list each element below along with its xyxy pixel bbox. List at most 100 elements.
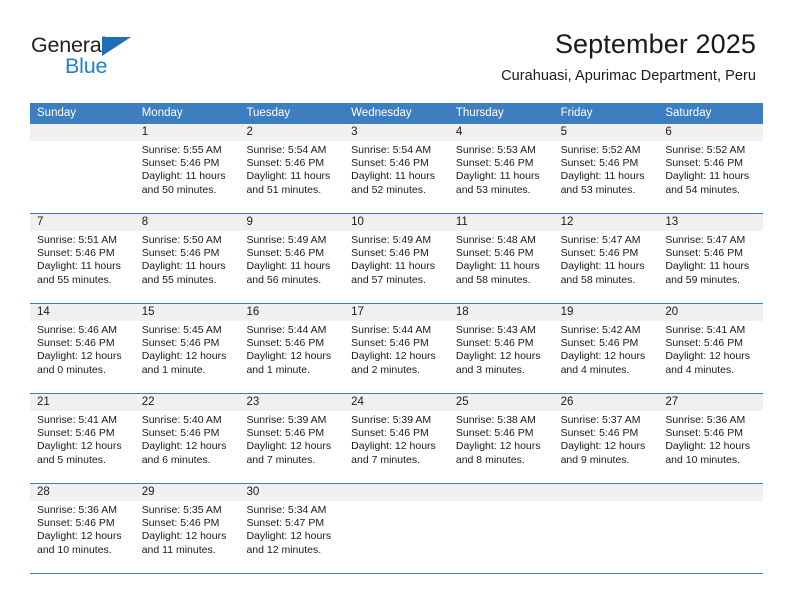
day-number-23[interactable]: 23 <box>239 394 344 411</box>
day-detail-30[interactable]: Sunrise: 5:34 AM Sunset: 5:47 PM Daylight:… <box>239 501 344 573</box>
day-detail-8[interactable]: Sunrise: 5:50 AM Sunset: 5:46 PM Daylight:… <box>135 231 240 303</box>
day-detail-line: Sunrise: 5:54 AM <box>246 144 327 156</box>
day-number-15[interactable]: 15 <box>135 304 240 321</box>
day-number-21[interactable]: 21 <box>30 394 135 411</box>
day-detail-22[interactable]: Sunrise: 5:40 AM Sunset: 5:46 PM Daylight:… <box>135 411 240 483</box>
day-detail-24[interactable]: Sunrise: 5:39 AM Sunset: 5:46 PM Daylight:… <box>344 411 449 483</box>
day-number-8[interactable]: 8 <box>135 214 240 231</box>
calendar-week-row: 21 22 23 24 25 26 27 Sunrise: 5:41 AM Sunset: 5:… <box>30 393 763 483</box>
day-detail-20[interactable]: Sunrise: 5:41 AM Sunset: 5:46 PM Daylight:… <box>658 321 763 393</box>
day-number-11[interactable]: 11 <box>449 214 554 231</box>
day-detail-line: Sunset: 5:46 PM <box>246 427 325 440</box>
day-detail-line: Daylight: 11 hours <box>37 260 121 273</box>
day-detail-line: and 0 minutes. <box>37 363 106 376</box>
day-detail-6[interactable]: Sunrise: 5:52 AM Sunset: 5:46 PM Daylight:… <box>658 141 763 213</box>
day-detail-11[interactable]: Sunrise: 5:48 AM Sunset: 5:46 PM Daylight:… <box>449 231 554 303</box>
day-detail-line: Sunset: 5:46 PM <box>37 517 115 530</box>
day-detail-line: Sunset: 5:46 PM <box>560 337 639 350</box>
day-detail-19[interactable]: Sunrise: 5:42 AM Sunset: 5:46 PM Daylight:… <box>554 321 659 393</box>
day-number-4[interactable]: 4 <box>449 124 554 141</box>
day-detail-line: Daylight: 11 hours <box>141 260 226 273</box>
weekday-header-tuesday: Tuesday <box>246 107 291 119</box>
day-detail-9[interactable]: Sunrise: 5:49 AM Sunset: 5:46 PM Daylight:… <box>239 231 344 303</box>
day-detail-line: Sunset: 5:46 PM <box>37 337 115 350</box>
day-detail-line: and 2 minutes. <box>351 363 421 376</box>
generalblue-logo[interactable]: General Blue <box>31 34 191 82</box>
day-number-26[interactable]: 26 <box>554 394 659 411</box>
day-detail-25[interactable]: Sunrise: 5:38 AM Sunset: 5:46 PM Daylight:… <box>449 411 554 483</box>
day-number-19[interactable]: 19 <box>554 304 659 321</box>
day-detail-1[interactable]: Sunrise: 5:55 AM Sunset: 5:46 PM Daylight:… <box>135 141 240 213</box>
day-detail-line: Sunrise: 5:36 AM <box>37 504 117 516</box>
day-number-24[interactable]: 24 <box>344 394 449 411</box>
day-detail-29[interactable]: Sunrise: 5:35 AM Sunset: 5:46 PM Daylight:… <box>135 501 240 573</box>
day-number-empty <box>658 484 763 501</box>
day-detail-line: Sunset: 5:46 PM <box>141 517 220 530</box>
day-detail-line: Sunrise: 5:35 AM <box>141 504 222 516</box>
day-number-28[interactable]: 28 <box>30 484 135 501</box>
day-detail-18[interactable]: Sunrise: 5:43 AM Sunset: 5:46 PM Daylight:… <box>449 321 554 393</box>
day-number-6[interactable]: 6 <box>658 124 763 141</box>
calendar-week-row: 14 15 16 17 18 19 20 Sunrise: 5:46 AM Sunset: 5:… <box>30 303 763 393</box>
day-detail-line: Sunset: 5:46 PM <box>665 247 743 260</box>
day-number-3[interactable]: 3 <box>344 124 449 141</box>
day-detail-15[interactable]: Sunrise: 5:45 AM Sunset: 5:46 PM Daylight:… <box>135 321 240 393</box>
day-detail-line: and 50 minutes. <box>141 183 217 196</box>
day-detail-5[interactable]: Sunrise: 5:52 AM Sunset: 5:46 PM Daylight:… <box>554 141 659 213</box>
logo-text-blue: Blue <box>65 54 108 78</box>
weekday-header-wednesday: Wednesday <box>351 107 412 119</box>
day-detail-27[interactable]: Sunrise: 5:36 AM Sunset: 5:46 PM Daylight:… <box>658 411 763 483</box>
day-detail-3[interactable]: Sunrise: 5:54 AM Sunset: 5:46 PM Daylight:… <box>344 141 449 213</box>
day-number-12[interactable]: 12 <box>554 214 659 231</box>
day-number-18[interactable]: 18 <box>449 304 554 321</box>
day-number-20[interactable]: 20 <box>658 304 763 321</box>
day-detail-28[interactable]: Sunrise: 5:36 AM Sunset: 5:46 PM Daylight:… <box>30 501 135 573</box>
day-number-27[interactable]: 27 <box>658 394 763 411</box>
day-detail-line: and 55 minutes. <box>37 273 112 286</box>
day-number-14[interactable]: 14 <box>30 304 135 321</box>
day-detail-line: Sunset: 5:46 PM <box>665 427 743 440</box>
day-detail-14[interactable]: Sunrise: 5:46 AM Sunset: 5:46 PM Daylight:… <box>30 321 135 393</box>
day-number-7[interactable]: 7 <box>30 214 135 231</box>
day-number-30[interactable]: 30 <box>239 484 344 501</box>
day-detail-line: Sunset: 5:46 PM <box>141 247 220 260</box>
day-number-9[interactable]: 9 <box>239 214 344 231</box>
day-detail-line: Sunrise: 5:41 AM <box>37 414 117 426</box>
day-number-5[interactable]: 5 <box>554 124 659 141</box>
day-detail-line: and 7 minutes. <box>246 453 316 466</box>
day-number-2[interactable]: 2 <box>239 124 344 141</box>
day-number-25[interactable]: 25 <box>449 394 554 411</box>
day-detail-16[interactable]: Sunrise: 5:44 AM Sunset: 5:46 PM Daylight:… <box>239 321 344 393</box>
day-detail-line: and 56 minutes. <box>246 273 322 286</box>
day-detail-line: Sunset: 5:47 PM <box>246 517 325 530</box>
day-detail-line: Sunset: 5:46 PM <box>37 247 115 260</box>
day-detail-line: Daylight: 12 hours <box>246 350 332 363</box>
day-detail-line: Sunset: 5:46 PM <box>665 337 743 350</box>
day-number-1[interactable]: 1 <box>135 124 240 141</box>
day-number-band: 7 8 9 10 11 12 13 <box>30 214 763 231</box>
day-detail-band: Sunrise: 5:41 AM Sunset: 5:46 PM Daylight:… <box>30 411 763 483</box>
day-detail-line: Sunrise: 5:48 AM <box>455 234 536 246</box>
day-detail-12[interactable]: Sunrise: 5:47 AM Sunset: 5:46 PM Daylight:… <box>554 231 659 303</box>
day-detail-10[interactable]: Sunrise: 5:49 AM Sunset: 5:46 PM Daylight:… <box>344 231 449 303</box>
day-detail-13[interactable]: Sunrise: 5:47 AM Sunset: 5:46 PM Daylight:… <box>658 231 763 303</box>
day-number-13[interactable]: 13 <box>658 214 763 231</box>
day-number-22[interactable]: 22 <box>135 394 240 411</box>
day-detail-2[interactable]: Sunrise: 5:54 AM Sunset: 5:46 PM Daylight:… <box>239 141 344 213</box>
day-detail-21[interactable]: Sunrise: 5:41 AM Sunset: 5:46 PM Daylight:… <box>30 411 135 483</box>
day-number-29[interactable]: 29 <box>135 484 240 501</box>
day-detail-4[interactable]: Sunrise: 5:53 AM Sunset: 5:46 PM Daylight:… <box>449 141 554 213</box>
day-detail-line: and 53 minutes. <box>455 183 531 196</box>
day-number-16[interactable]: 16 <box>239 304 344 321</box>
day-detail-26[interactable]: Sunrise: 5:37 AM Sunset: 5:46 PM Daylight:… <box>554 411 659 483</box>
title-block: September 2025 Curahuasi, Apurimac Depar… <box>501 28 756 85</box>
day-detail-line: Sunset: 5:46 PM <box>246 337 325 350</box>
day-detail-line: Sunrise: 5:44 AM <box>246 324 327 336</box>
day-detail-17[interactable]: Sunrise: 5:44 AM Sunset: 5:46 PM Daylight:… <box>344 321 449 393</box>
day-detail-7[interactable]: Sunrise: 5:51 AM Sunset: 5:46 PM Daylight:… <box>30 231 135 303</box>
day-number-10[interactable]: 10 <box>344 214 449 231</box>
day-detail-line: Sunset: 5:46 PM <box>351 247 429 260</box>
day-number-17[interactable]: 17 <box>344 304 449 321</box>
day-detail-23[interactable]: Sunrise: 5:39 AM Sunset: 5:46 PM Daylight:… <box>239 411 344 483</box>
day-detail-line: Sunrise: 5:39 AM <box>351 414 432 426</box>
